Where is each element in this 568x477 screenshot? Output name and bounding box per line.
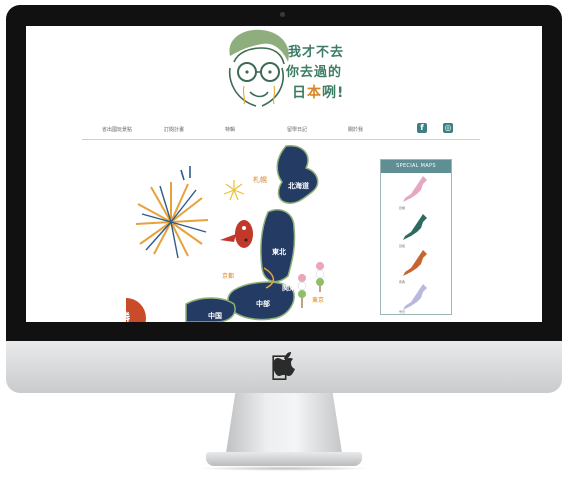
apple-logo-shape bbox=[273, 352, 295, 376]
nav-item-study-diary[interactable]: 留學日記 bbox=[287, 126, 307, 133]
webcam bbox=[280, 12, 285, 17]
label-tohoku: 東北 bbox=[272, 247, 286, 256]
tengu-mask bbox=[220, 220, 253, 248]
title-line-1: 我才不去 bbox=[288, 45, 345, 60]
label-chugoku: 中国 bbox=[208, 311, 222, 320]
japan-illustrated-map[interactable]: 札幌 北海道 東北 関東 東京 京都 中部 中国 勝 bbox=[126, 142, 366, 322]
mascot-face-logo bbox=[228, 29, 289, 107]
title-char-lie: 咧! bbox=[322, 85, 345, 101]
instagram-icon[interactable]: ◎ bbox=[443, 123, 453, 133]
label-kyoto: 京都 bbox=[222, 272, 234, 280]
label-tokyo: 東京 bbox=[312, 296, 324, 304]
label-chubu: 中部 bbox=[256, 299, 270, 308]
special-maps-heading: SPECIAL MAPS bbox=[381, 160, 451, 173]
nav-item-about[interactable]: 關於我 bbox=[348, 126, 363, 133]
monitor-shadow bbox=[196, 466, 372, 471]
main-navigation: 省出國玩景點 訂閱計畫 特輯 留學日記 關於我 f ◎ bbox=[82, 123, 480, 140]
site-title[interactable]: 我才不去 你去過的 日本咧! bbox=[286, 41, 368, 102]
label-hokkaido: 北海道 bbox=[288, 181, 309, 190]
monitor-stand-base bbox=[206, 452, 362, 466]
special-map-sakura[interactable] bbox=[399, 174, 431, 204]
instagram-glyph: ◎ bbox=[444, 123, 452, 132]
title-line-3: 日本咧! bbox=[292, 82, 368, 102]
site-header: 我才不去 你去過的 日本咧! bbox=[26, 26, 542, 126]
title-char-ben: 本 bbox=[307, 85, 322, 101]
facebook-icon[interactable]: f bbox=[417, 123, 427, 133]
special-map-snow[interactable] bbox=[399, 282, 431, 312]
nav-item-travel[interactable]: 省出國玩景點 bbox=[102, 126, 132, 133]
title-char-ri: 日 bbox=[292, 85, 307, 101]
special-map-festival[interactable] bbox=[399, 248, 431, 278]
special-maps-panel: SPECIAL MAPS 賞櫻 賞楓 祭典 雪景 bbox=[380, 159, 452, 315]
fireworks-illustration bbox=[135, 166, 245, 259]
label-kanto: 関東 bbox=[282, 283, 297, 292]
monitor-stand bbox=[226, 393, 342, 453]
special-map-label-sakura: 賞櫻 bbox=[399, 206, 406, 210]
facebook-glyph: f bbox=[420, 123, 424, 132]
nav-item-features[interactable]: 特輯 bbox=[225, 126, 235, 133]
special-map-label-snow: 雪景 bbox=[399, 310, 406, 314]
website-screen: 我才不去 你去過的 日本咧! 省出國玩景點 訂閱計畫 特輯 留學日記 關於我 f… bbox=[26, 26, 542, 322]
label-sapporo: 札幌 bbox=[253, 175, 267, 184]
special-map-autumn[interactable] bbox=[399, 212, 431, 242]
nav-item-plans[interactable]: 訂閱計畫 bbox=[164, 126, 184, 133]
title-line-2: 你去過的 bbox=[286, 65, 343, 80]
